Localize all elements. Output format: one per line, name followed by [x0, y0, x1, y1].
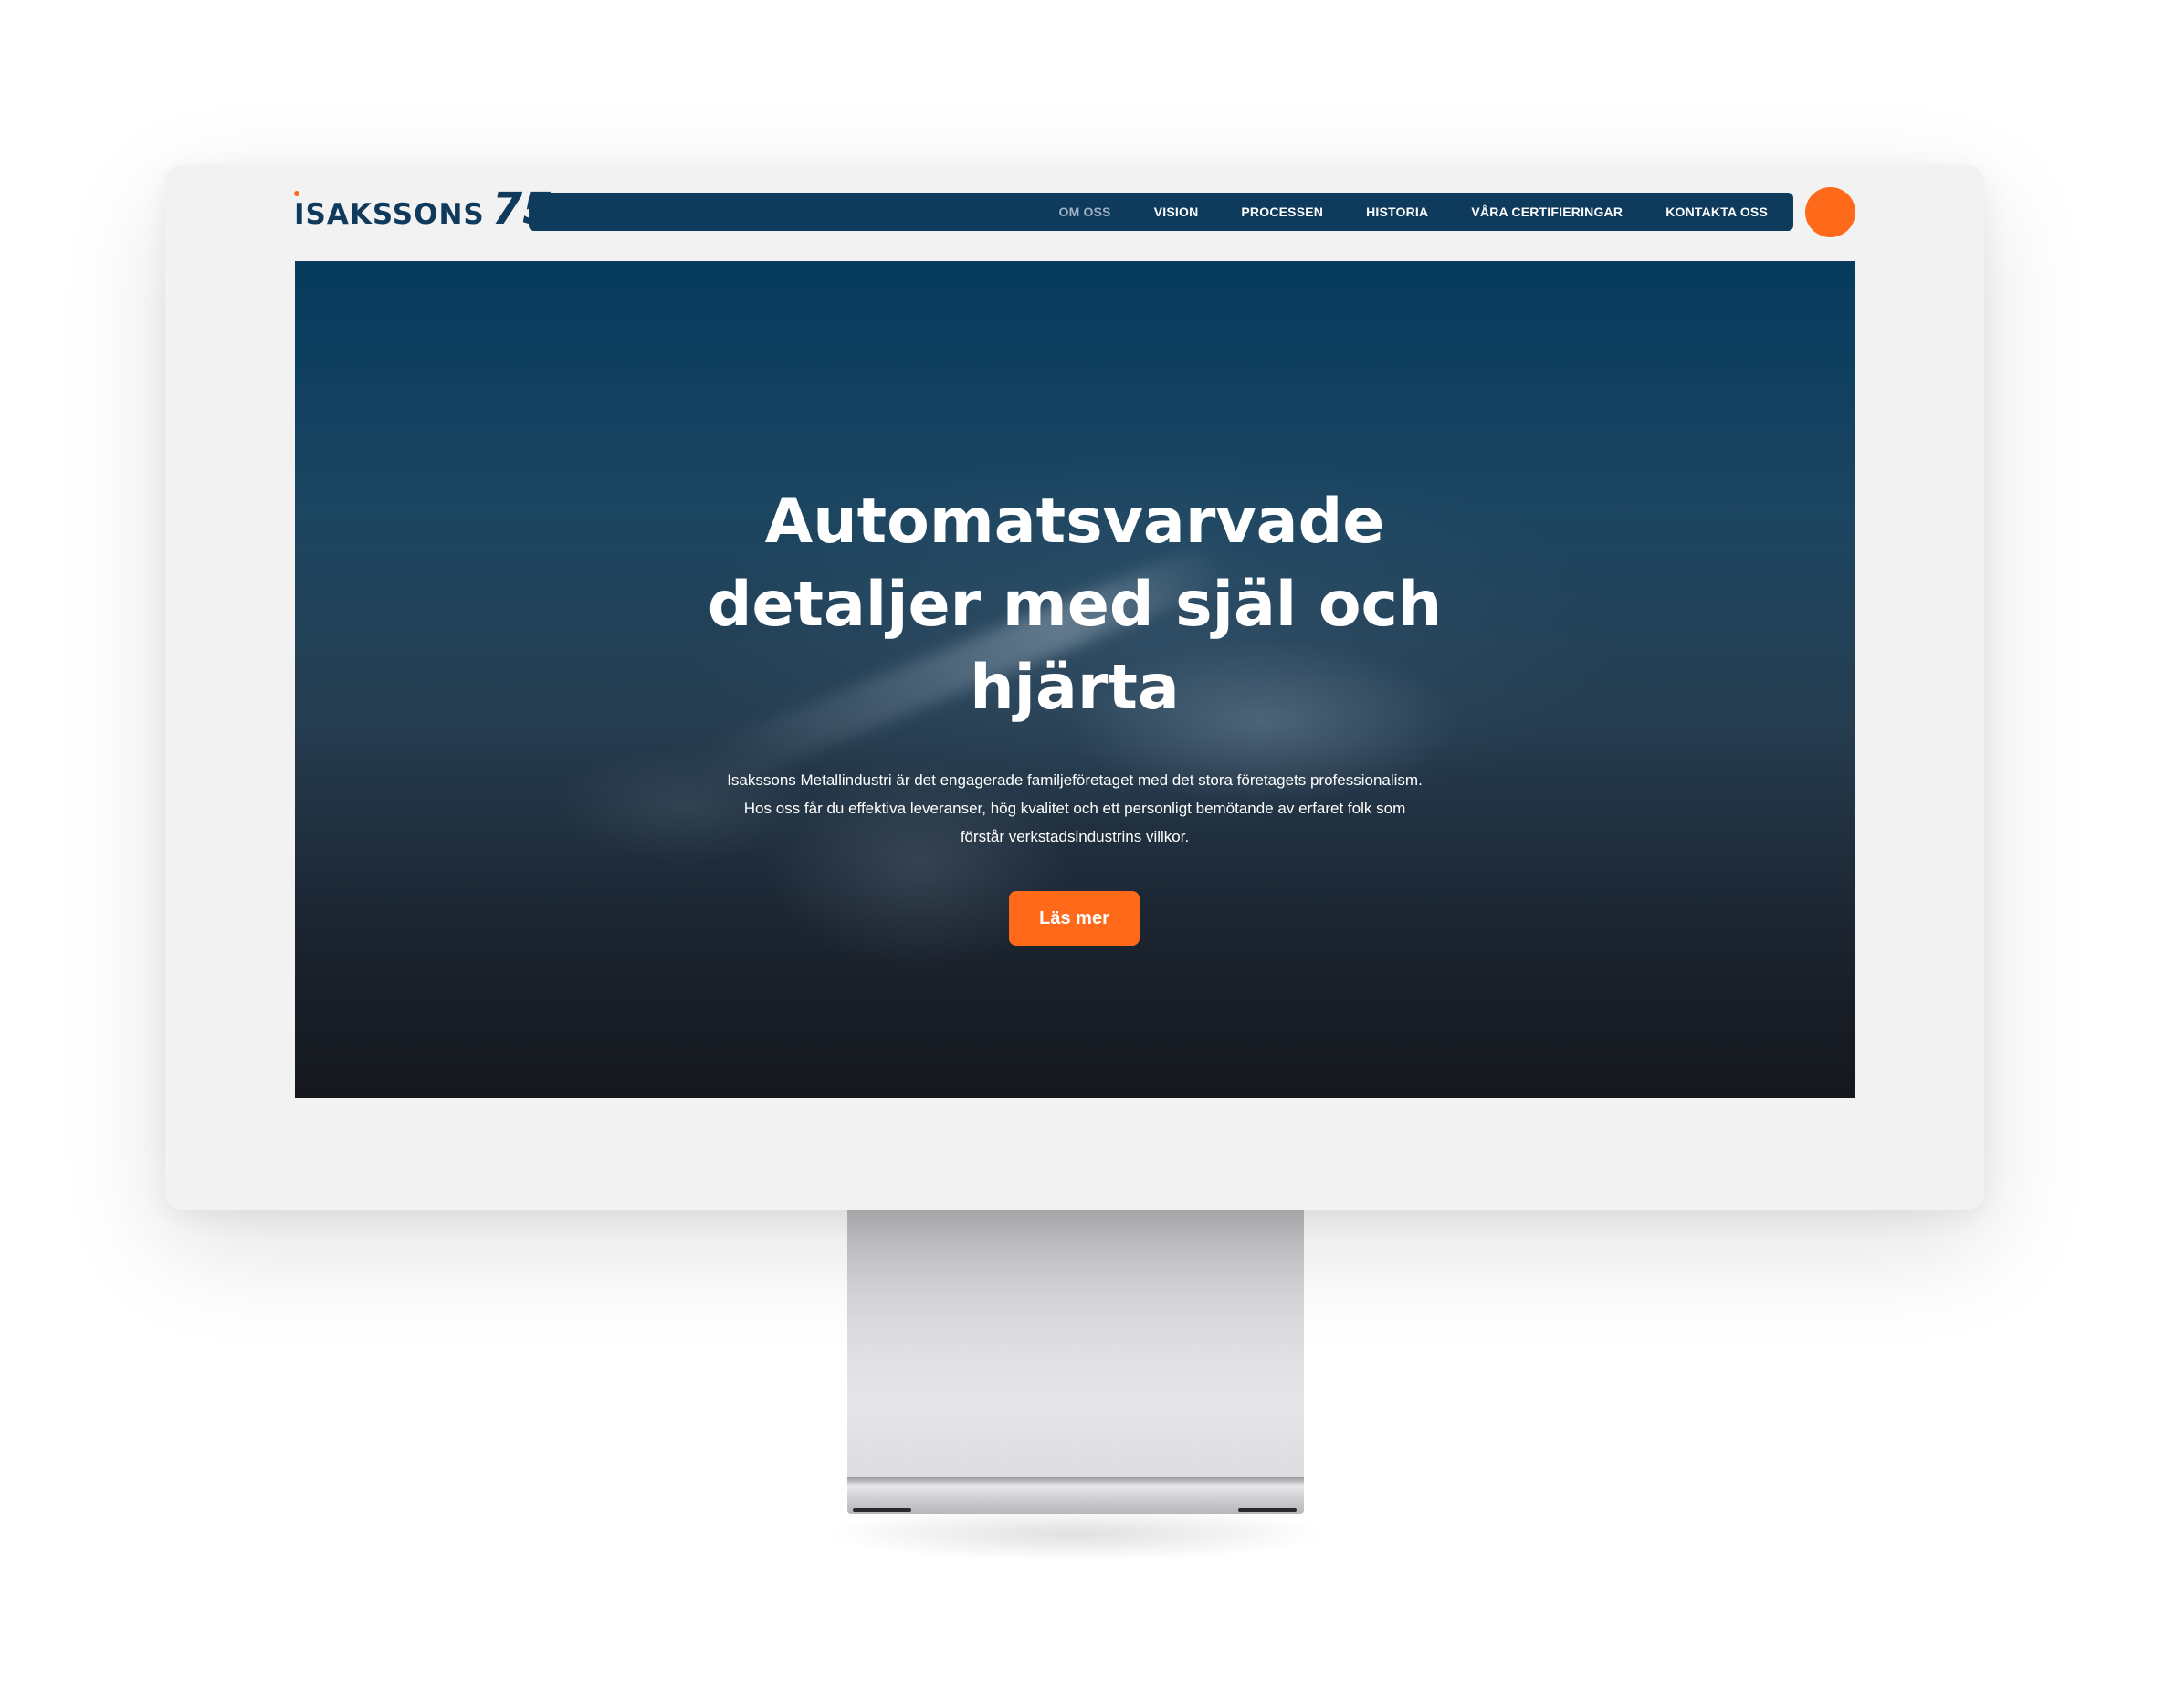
menu-circle-button[interactable]	[1805, 187, 1855, 237]
hero-section: Automatsvarvade detaljer med själ och hj…	[295, 261, 1855, 1098]
hero-title: Automatsvarvade detaljer med själ och hj…	[295, 480, 1855, 729]
nav-item-processen[interactable]: PROCESSEN	[1241, 204, 1323, 219]
hero-description-line: Hos oss får du effektiva leveranser, hög…	[743, 800, 1406, 817]
nav-item-kontakta-oss[interactable]: KONTAKTA OSS	[1665, 204, 1768, 219]
logo-wordmark: ISAKSSONS	[294, 198, 485, 231]
monitor-stand	[847, 1210, 1304, 1483]
hero-title-line: hjärta	[970, 652, 1180, 724]
nav-item-vision[interactable]: VISION	[1154, 204, 1199, 219]
nav-item-certifieringar[interactable]: VÅRA CERTIFIERINGAR	[1471, 204, 1623, 219]
logo-dot-icon	[294, 191, 299, 196]
site-logo[interactable]: ISAKSSONS 75 ÅR	[294, 185, 569, 231]
read-more-button[interactable]: Läs mer	[1009, 891, 1140, 946]
main-navigation: OM OSS VISION PROCESSEN HISTORIA VÅRA CE…	[529, 193, 1793, 231]
hero-description: Isakssons Metallindustri är det engagera…	[295, 766, 1855, 851]
stand-shadow	[822, 1506, 1329, 1561]
nav-item-historia[interactable]: HISTORIA	[1366, 204, 1428, 219]
hero-description-line: förstår verkstadsindustrins villkor.	[960, 828, 1190, 845]
hero-description-line: Isakssons Metallindustri är det engagera…	[727, 771, 1423, 789]
nav-item-om-oss[interactable]: OM OSS	[1059, 204, 1111, 219]
stand-foot-left	[853, 1508, 911, 1512]
hero-title-line: Automatsvarvade	[764, 486, 1385, 558]
stand-foot-right	[1238, 1508, 1297, 1512]
hero-title-line: detaljer med själ och	[707, 569, 1443, 641]
device-mockup: ISAKSSONS 75 ÅR OM OSS VISION PROCESSEN …	[0, 0, 2175, 1708]
monitor-stand-base	[847, 1477, 1304, 1514]
